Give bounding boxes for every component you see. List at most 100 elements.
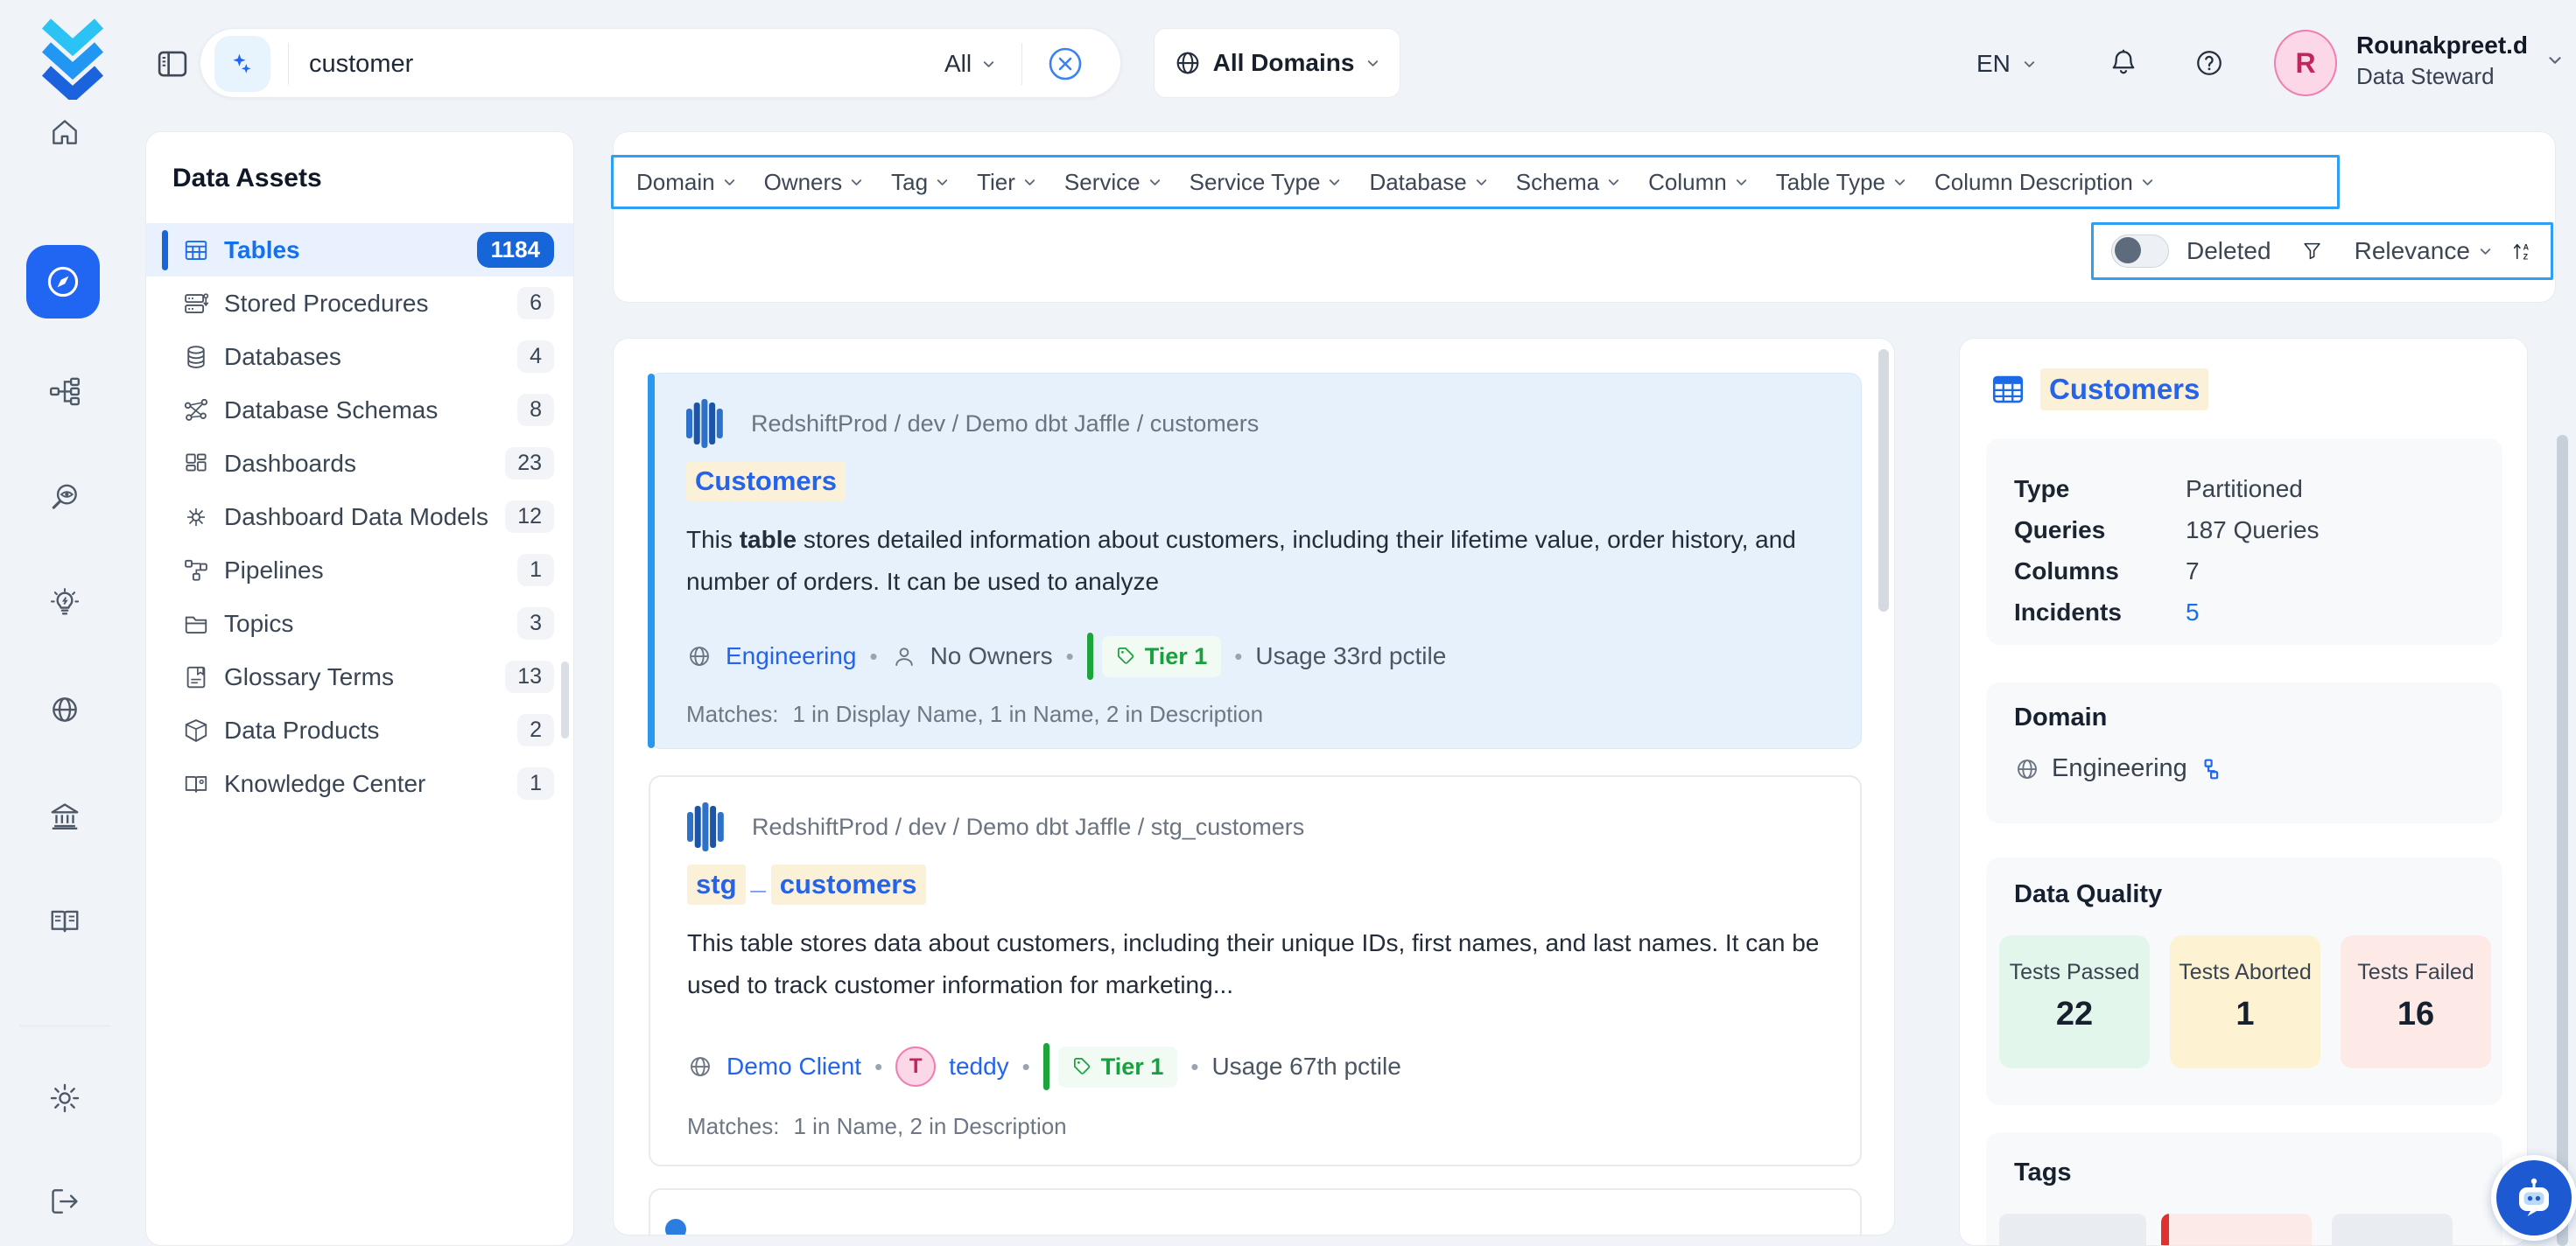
nav-home-icon[interactable]	[48, 116, 81, 149]
nav-logout-icon[interactable]	[48, 1185, 81, 1218]
result-card-partial[interactable]	[649, 1188, 1862, 1236]
breadcrumb[interactable]: RedshiftProd / dev / Demo dbt Jaffle / s…	[752, 814, 1304, 841]
tag-chip[interactable]	[2332, 1214, 2453, 1246]
global-search-input[interactable]	[309, 29, 799, 99]
stat-row-columns: Columns 7	[2014, 550, 2502, 592]
filter-funnel-icon[interactable]	[2301, 238, 2323, 264]
clear-search-icon[interactable]	[1044, 43, 1086, 85]
asset-type-tables[interactable]: Tables 1184	[146, 223, 573, 276]
filter-database[interactable]: Database	[1369, 169, 1489, 196]
domain-hierarchy-icon[interactable]	[2199, 758, 2222, 780]
tests-failed-tile[interactable]: Tests Failed 16	[2341, 935, 2491, 1068]
tag-chip[interactable]	[2161, 1214, 2312, 1246]
nav-settings-icon[interactable]	[48, 1082, 81, 1115]
incidents-count-link[interactable]: 5	[2186, 598, 2200, 626]
global-search-bar[interactable]: All	[200, 28, 1121, 98]
asset-type-label: Topics	[224, 610, 504, 638]
sort-ascending-icon[interactable]: A Z	[2511, 238, 2533, 264]
active-indicator-bar	[162, 230, 168, 270]
result-domain-link[interactable]: Engineering	[726, 642, 856, 670]
nav-lineage-icon[interactable]	[48, 374, 81, 408]
nav-governance-icon[interactable]	[48, 800, 81, 833]
owner-avatar[interactable]: T	[895, 1046, 936, 1087]
filter-schema[interactable]: Schema	[1516, 169, 1622, 196]
filter-service[interactable]: Service	[1064, 169, 1163, 196]
help-icon[interactable]	[2193, 47, 2225, 79]
nav-domains-icon[interactable]	[48, 693, 81, 726]
search-scope-dropdown[interactable]: All	[944, 29, 997, 99]
asset-type-label: Glossary Terms	[224, 663, 492, 691]
breadcrumb[interactable]: RedshiftProd / dev / Demo dbt Jaffle / c…	[751, 410, 1259, 438]
nav-observability-icon[interactable]	[48, 481, 81, 514]
asset-type-knowledge-center[interactable]: Knowledge Center 1	[146, 757, 573, 810]
notifications-bell-icon[interactable]	[2108, 47, 2139, 79]
tier-badge[interactable]: Tier 1	[1087, 633, 1222, 680]
result-title[interactable]: stg _ customers	[687, 864, 926, 905]
tests-passed-tile[interactable]: Tests Passed 22	[1999, 935, 2150, 1068]
result-title-text: _	[751, 864, 766, 905]
filter-label: Schema	[1516, 169, 1599, 196]
chatbot-button[interactable]	[2491, 1155, 2576, 1241]
svg-text:Z: Z	[2523, 252, 2528, 261]
filter-tier[interactable]: Tier	[977, 169, 1038, 196]
tests-aborted-tile[interactable]: Tests Aborted 1	[2170, 935, 2320, 1068]
result-card-stg-customers[interactable]: RedshiftProd / dev / Demo dbt Jaffle / s…	[649, 775, 1862, 1166]
result-description: This table stores data about customers, …	[687, 922, 1851, 1006]
asset-type-glossary-terms[interactable]: Glossary Terms 13	[146, 650, 573, 704]
page-scrollbar-thumb[interactable]	[2557, 435, 2568, 1246]
asset-type-pipelines[interactable]: Pipelines 1	[146, 543, 573, 597]
search-results-list: RedshiftProd / dev / Demo dbt Jaffle / c…	[613, 338, 1895, 1236]
result-title-text: Customers	[686, 461, 846, 501]
chevron-down-icon	[1147, 174, 1163, 191]
description-bold-text: table	[740, 526, 797, 553]
nav-explore-active[interactable]	[26, 245, 100, 318]
filter-tag[interactable]: Tag	[891, 169, 951, 196]
filter-column[interactable]: Column	[1648, 169, 1750, 196]
asset-type-dashboards[interactable]: Dashboards 23	[146, 437, 573, 490]
filter-table-type[interactable]: Table Type	[1776, 169, 1908, 196]
filter-service-type[interactable]: Service Type	[1190, 169, 1344, 196]
quick-filters-bar: Domain Owners Tag Tier Service Service T…	[611, 155, 2340, 209]
preview-entity-title[interactable]: Customers	[2040, 368, 2208, 410]
nav-learning-icon[interactable]	[48, 905, 81, 938]
filter-label: Tag	[891, 169, 928, 196]
data-assets-title: Data Assets	[172, 164, 322, 193]
asset-type-data-products[interactable]: Data Products 2	[146, 704, 573, 757]
sidebar-toggle-icon[interactable]	[154, 46, 191, 82]
all-domains-dropdown[interactable]: All Domains	[1154, 28, 1400, 98]
deleted-toggle[interactable]	[2111, 234, 2169, 268]
result-owner-link[interactable]: teddy	[949, 1053, 1009, 1081]
ai-search-toggle[interactable]	[214, 36, 270, 92]
sort-by-dropdown[interactable]: Relevance	[2355, 237, 2494, 265]
asset-type-databases[interactable]: Databases 4	[146, 330, 573, 383]
tier-badge[interactable]: Tier 1	[1043, 1043, 1178, 1090]
sort-controls-bar: Deleted Relevance A Z	[2091, 222, 2553, 280]
result-card-customers[interactable]: RedshiftProd / dev / Demo dbt Jaffle / c…	[649, 373, 1862, 749]
asset-type-dashboard-data-models[interactable]: Dashboard Data Models 12	[146, 490, 573, 543]
result-domain-link[interactable]: Demo Client	[726, 1053, 861, 1081]
filter-domain[interactable]: Domain	[636, 169, 738, 196]
glossary-term-icon	[181, 664, 211, 690]
assets-scrollbar-thumb[interactable]	[561, 662, 569, 738]
separator-dot	[1022, 1053, 1030, 1081]
asset-type-topics[interactable]: Topics 3	[146, 597, 573, 650]
domain-value[interactable]: Engineering	[2052, 754, 2187, 783]
results-scrollbar-thumb[interactable]	[1878, 349, 1889, 612]
asset-type-stored-procedures[interactable]: Stored Procedures 6	[146, 276, 573, 330]
tag-chip[interactable]	[1999, 1214, 2146, 1246]
filter-label: Owners	[764, 169, 843, 196]
asset-type-database-schemas[interactable]: Database Schemas 8	[146, 383, 573, 437]
filter-owners[interactable]: Owners	[764, 169, 866, 196]
result-title[interactable]: Customers	[686, 461, 846, 501]
user-menu[interactable]: Rounakpreet.d Data Steward	[2356, 32, 2542, 90]
nav-insights-icon[interactable]	[48, 586, 81, 620]
compass-icon	[44, 262, 82, 301]
user-menu-chevron-icon[interactable]	[2545, 51, 2565, 70]
result-owner[interactable]: No Owners	[930, 642, 1053, 670]
asset-type-label: Databases	[224, 343, 504, 371]
filter-column-description[interactable]: Column Description	[1934, 169, 2156, 196]
user-avatar[interactable]: R	[2274, 30, 2337, 96]
result-description: This table stores detailed information a…	[686, 519, 1850, 603]
language-dropdown[interactable]: EN	[1976, 0, 2038, 128]
app-logo-icon[interactable]	[33, 16, 112, 100]
